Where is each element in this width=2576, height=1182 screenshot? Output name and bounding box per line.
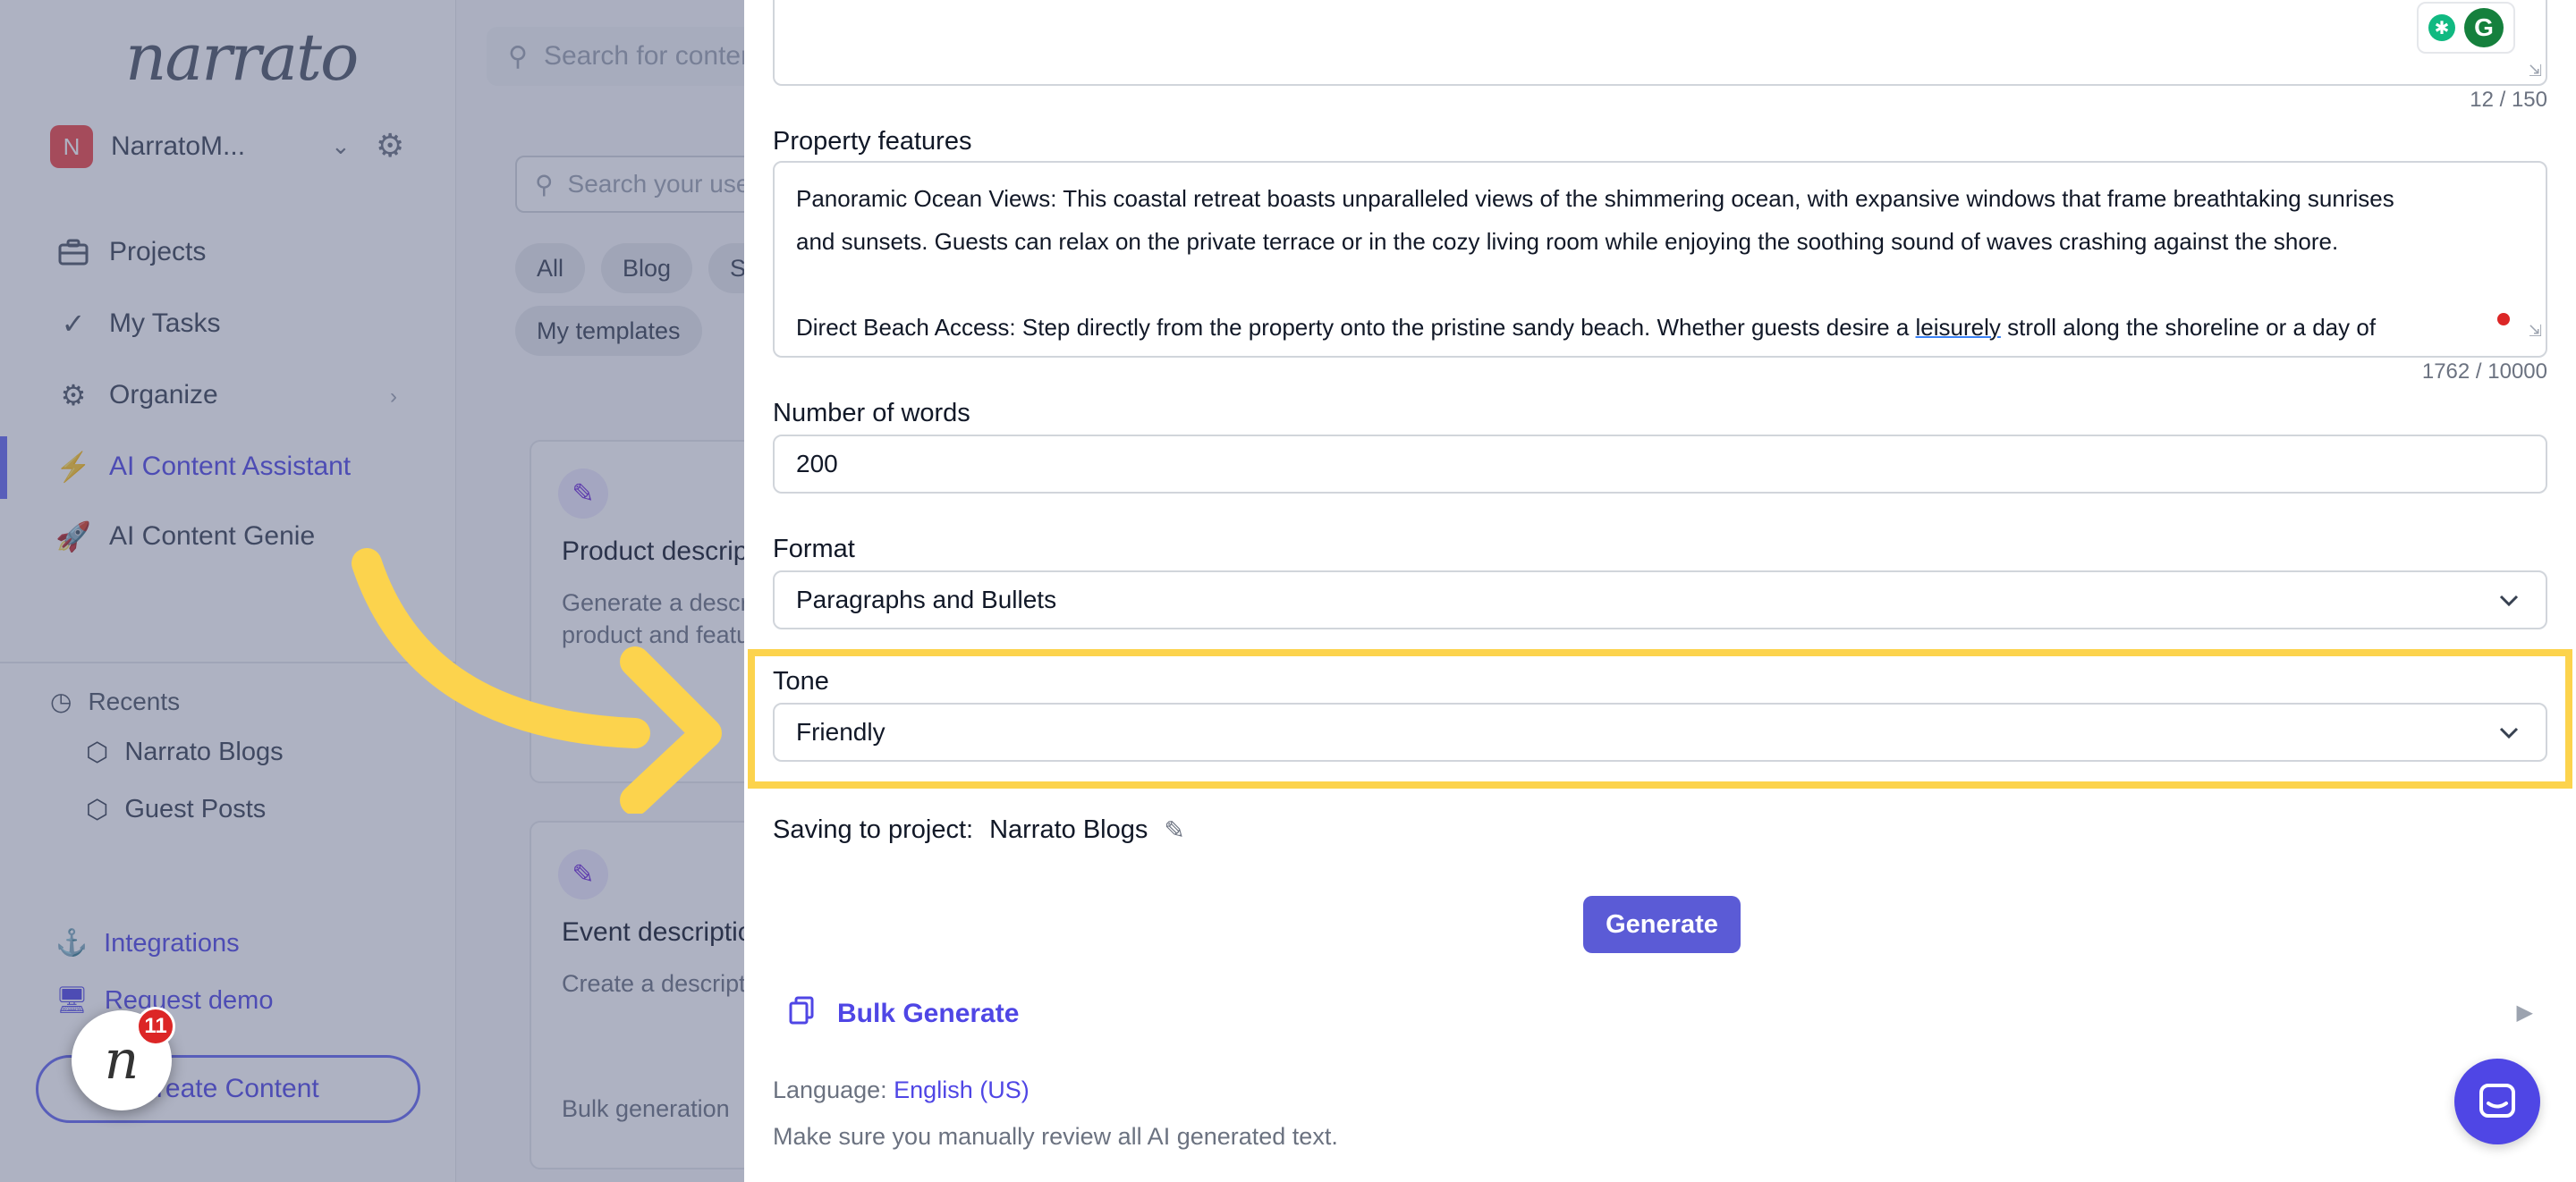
- features-line: Direct Beach Access: Step directly from …: [796, 306, 2524, 349]
- bulk-generate-label: Bulk Generate: [837, 999, 1020, 1028]
- chat-icon: [2479, 1084, 2515, 1118]
- edit-icon[interactable]: ✎: [1164, 815, 1184, 845]
- saving-label: Saving to project:: [773, 815, 974, 844]
- language-value[interactable]: English (US): [894, 1076, 1030, 1103]
- copy-icon: [789, 996, 814, 1032]
- chevron-down-icon: [2496, 719, 2522, 746]
- features-counter: 1762 / 10000: [2421, 359, 2547, 384]
- notification-badge: 11: [136, 1007, 175, 1046]
- tone-label: Tone: [773, 667, 829, 696]
- grammarly-error-dot[interactable]: [2497, 313, 2510, 325]
- language-label: Language:: [773, 1076, 887, 1103]
- features-text: stroll along the shoreline or a day of: [2000, 314, 2377, 341]
- annotation-arrow-icon: [352, 548, 722, 814]
- property-features-label: Property features: [773, 127, 972, 156]
- resize-handle-icon[interactable]: ⇲: [2529, 309, 2542, 352]
- features-line: Panoramic Ocean Views: This coastal retr…: [796, 185, 2394, 212]
- caret-right-icon[interactable]: ▶: [2517, 1000, 2533, 1026]
- tone-select[interactable]: Friendly: [773, 703, 2547, 762]
- saving-project-name: Narrato Blogs: [989, 815, 1148, 844]
- features-line: [796, 263, 2524, 306]
- resize-handle-icon[interactable]: ⇲: [2529, 62, 2542, 80]
- features-text: Direct Beach Access: Step directly from …: [796, 314, 1916, 341]
- chevron-down-icon: [2496, 587, 2522, 613]
- features-line: and sunsets. Guests can relax on the pri…: [796, 228, 2339, 255]
- number-of-words-input[interactable]: 200: [773, 435, 2547, 494]
- number-of-words-value: 200: [796, 450, 838, 477]
- saving-to-project: Saving to project: Narrato Blogs ✎: [773, 815, 1185, 845]
- format-select[interactable]: Paragraphs and Bullets: [773, 570, 2547, 629]
- chat-support-button[interactable]: [2454, 1059, 2540, 1144]
- format-value: Paragraphs and Bullets: [796, 586, 1057, 613]
- format-label: Format: [773, 535, 855, 563]
- number-of-words-label: Number of words: [773, 399, 970, 427]
- property-features-textarea[interactable]: Panoramic Ocean Views: This coastal retr…: [773, 161, 2547, 358]
- previous-field-counter: 12 / 150: [2470, 88, 2547, 112]
- generate-button[interactable]: Generate: [1583, 896, 1741, 953]
- previous-textarea[interactable]: ✱ G ⇲: [773, 0, 2547, 86]
- bulk-generate-toggle[interactable]: Bulk Generate: [789, 996, 1019, 1032]
- spellcheck-word: leisurely: [1915, 314, 2001, 341]
- tone-value: Friendly: [796, 718, 886, 746]
- grammarly-widget[interactable]: ✱ G: [2417, 2, 2515, 54]
- grammarly-icon: G: [2464, 8, 2504, 47]
- ai-content-form-drawer: ✱ G ⇲ 12 / 150 Property features Panoram…: [744, 0, 2576, 1182]
- generate-label: Generate: [1606, 909, 1718, 939]
- review-note: Make sure you manually review all AI gen…: [773, 1123, 1338, 1150]
- lightbulb-icon: ✱: [2428, 14, 2455, 41]
- language-info: Language: English (US): [773, 1076, 1030, 1104]
